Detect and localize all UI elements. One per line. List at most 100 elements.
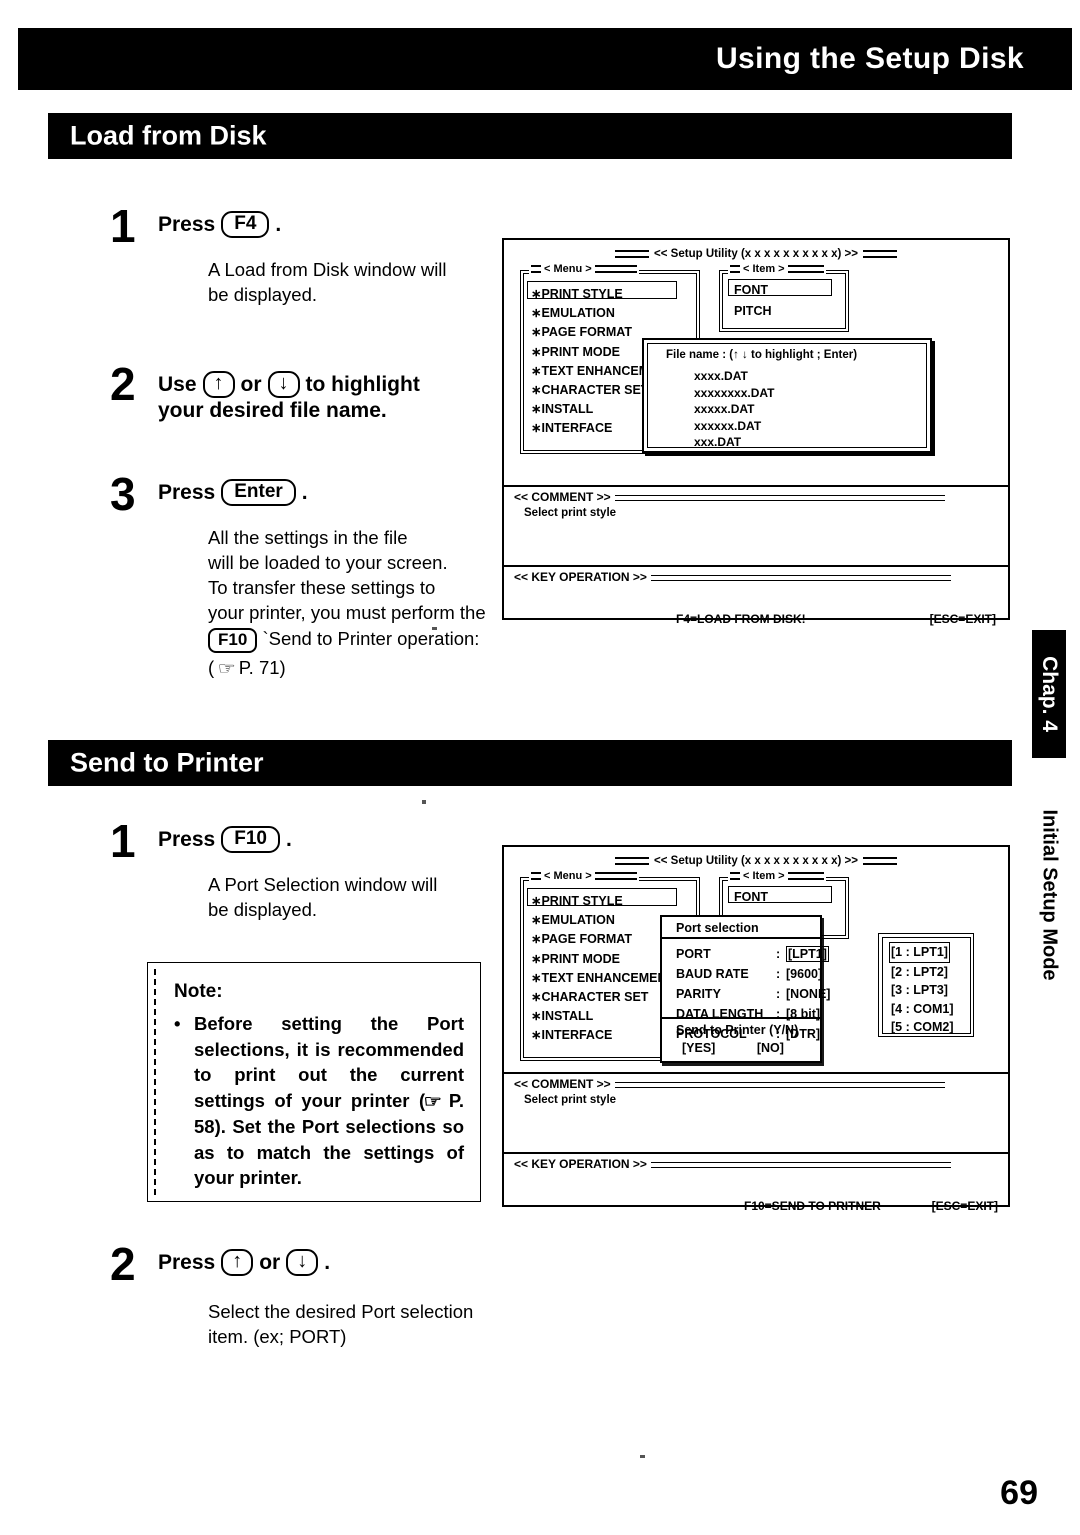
file-name-item: xxxx.DAT [694, 369, 748, 383]
note-title: Note: [174, 981, 223, 1002]
screen-title-bar: << Setup Utility (x x x x x x x x x x) >… [504, 248, 1008, 260]
item-panel-label: < Item > [728, 870, 826, 882]
key-operation-exit: [ESC=EXIT] [931, 1199, 998, 1213]
send-prompt-text: Send to Printer (Y/N) [676, 1023, 799, 1037]
item-entry: PITCH [734, 304, 772, 318]
step-heading-suffix: . [275, 212, 282, 236]
key-operation-exit: [ESC=EXIT] [929, 612, 996, 626]
key-arrow-up: ↑ [202, 371, 235, 398]
screen-title-text: << Setup Utility (x x x x x x x x x x) >… [654, 855, 858, 867]
item-panel: < Item > FONT PITCH [719, 263, 849, 332]
page-number: 69 [1000, 1474, 1038, 1512]
key-f10: F10 [221, 826, 280, 853]
step-body-line: item. (ex; PORT) [208, 1326, 347, 1347]
comment-strip: << COMMENT >> Select print style [504, 485, 1008, 567]
menu-item: ∗CHARACTER SET [531, 990, 649, 1005]
port-option-list: [1 : LPT1] [2 : LPT2] [3 : LPT3] [4 : CO… [889, 942, 954, 1037]
port-option: [2 : LPT2] [891, 964, 948, 979]
comment-strip: << COMMENT >> Select print style [504, 1072, 1008, 1154]
port-window-title: Port selection [676, 921, 759, 935]
port-window-title-bar: Port selection [662, 917, 820, 939]
menu-item-list: ∗PRINT STYLE ∗EMULATION ∗PAGE FORMAT ∗PR… [531, 892, 674, 1046]
page-ref: P. 71) [238, 656, 286, 678]
item-entry: FONT [734, 283, 769, 297]
menu-item: ∗EMULATION [531, 306, 615, 321]
port-option: [3 : LPT3] [891, 983, 948, 997]
port-row: PORT: [LPT1] [676, 944, 830, 964]
step-heading-suffix: to highlight [305, 372, 420, 396]
port-option: [1 : LPT1] [889, 942, 954, 963]
item-entry: FONT [734, 890, 769, 904]
chapter-subtitle: Initial Setup Mode [1032, 770, 1066, 1020]
step-body-line: A Load from Disk window will [208, 259, 447, 280]
step-heading-prefix: Press [158, 480, 216, 504]
step-body-line: will be loaded to your screen. [208, 552, 448, 573]
step-heading: Press F10 . [158, 826, 292, 853]
step-heading-suffix: . [285, 827, 292, 851]
port-option-list-box: [1 : LPT1] [2 : LPT2] [3 : LPT3] [4 : CO… [878, 933, 974, 1037]
page-title: Using the Setup Disk [715, 42, 1024, 75]
item-panel-label: < Item > [728, 263, 826, 275]
key-operation-strip: << KEY OPERATION >> F4=LOAD FROM DISK! [… [504, 565, 1008, 626]
section-banner-send-to-printer: Send to Printer [48, 740, 1012, 786]
comment-label: << COMMENT >> [514, 1077, 945, 1091]
step-body-text: A Port Selection window will be displaye… [208, 872, 437, 922]
port-row: BAUD RATE: [9600] [676, 964, 830, 984]
scan-artifact [422, 800, 426, 804]
step-heading-mid: or [259, 1250, 281, 1274]
step-heading: Press Enter . [158, 479, 308, 506]
port-option: [5 : COM2] [891, 1020, 954, 1034]
screen-title-bar: << Setup Utility (x x x x x x x x x x) >… [504, 855, 1008, 867]
chapter-tab: Chap. 4 [1032, 630, 1066, 758]
paren-open: ( [208, 656, 215, 678]
note-box: Note: • Before setting the Port selectio… [147, 962, 481, 1202]
menu-panel-label: < Menu > [529, 870, 639, 882]
title-rule-left [615, 249, 650, 258]
item-entry-list: FONT PITCH [734, 280, 772, 322]
page-header-bar: Using the Setup Disk [18, 28, 1072, 90]
step-heading-prefix: Press [158, 827, 216, 851]
title-rule-left [615, 856, 650, 865]
step-body-line: A Port Selection window will [208, 874, 438, 895]
step-number: 3 [110, 468, 136, 520]
step-heading: Press ↑ or ↓ . [158, 1249, 330, 1276]
step-body-line: All the settings in the file [208, 527, 408, 548]
step-body-text: All the settings in the file will be loa… [208, 525, 486, 681]
key-operation-action: F10=SEND TO PRITNER [744, 1199, 881, 1213]
chapter-tab-label: Chap. 4 [1038, 656, 1061, 732]
step-heading-prefix: Press [158, 1250, 216, 1274]
step-body-page-ref: ( ☞ P. 71) [208, 655, 486, 681]
port-row-key: PORT [676, 947, 711, 961]
step-body-line: `Send to Printer operation: [262, 628, 480, 649]
step-heading: Press F4 . [158, 211, 281, 238]
port-row: PARITY: [NONE] [676, 984, 830, 1004]
pointing-hand-icon: ☞ [217, 658, 236, 678]
section-title-load: Load from Disk [70, 120, 267, 151]
step-heading-line2: your desired file name. [158, 399, 387, 422]
port-row-key: PARITY [676, 987, 721, 1001]
menu-item: ∗INSTALL [531, 1009, 594, 1024]
step-number: 2 [110, 1238, 136, 1290]
file-name-item: xxxxx.DAT [694, 402, 755, 416]
step-heading-prefix: Press [158, 212, 216, 236]
pointing-hand-icon: ☞ [423, 1091, 442, 1111]
file-name-item: xxxxxx.DAT [694, 418, 762, 433]
key-arrow-down: ↓ [267, 371, 300, 398]
step-body-line: be displayed. [208, 899, 318, 920]
comment-label: << COMMENT >> [514, 490, 945, 504]
comment-text: Select print style [524, 507, 617, 519]
port-row-value: [LPT1] [786, 946, 829, 962]
menu-item: ∗PRINT STYLE [531, 287, 623, 301]
port-selection-window: Port selection PORT: [LPT1] BAUD RATE: [96… [660, 915, 830, 1063]
screen-title-text: << Setup Utility (x x x x x x x x x x) >… [654, 248, 858, 260]
send-prompt-no: [NO] [756, 1041, 784, 1055]
scan-artifact [640, 1455, 645, 1458]
file-name-item: xxxxxxxx.DAT [694, 385, 775, 400]
step-heading: Use ↑ or ↓ to highlight [158, 371, 420, 398]
chapter-subtitle-label: Initial Setup Mode [1038, 809, 1061, 981]
menu-item: ∗PRINT STYLE [531, 894, 623, 908]
menu-item: ∗INTERFACE [531, 1028, 613, 1043]
note-dashed-rule [154, 969, 156, 1195]
step-body-line: Select the desired Port selection [208, 1301, 474, 1322]
comment-text: Select print style [524, 1094, 617, 1106]
